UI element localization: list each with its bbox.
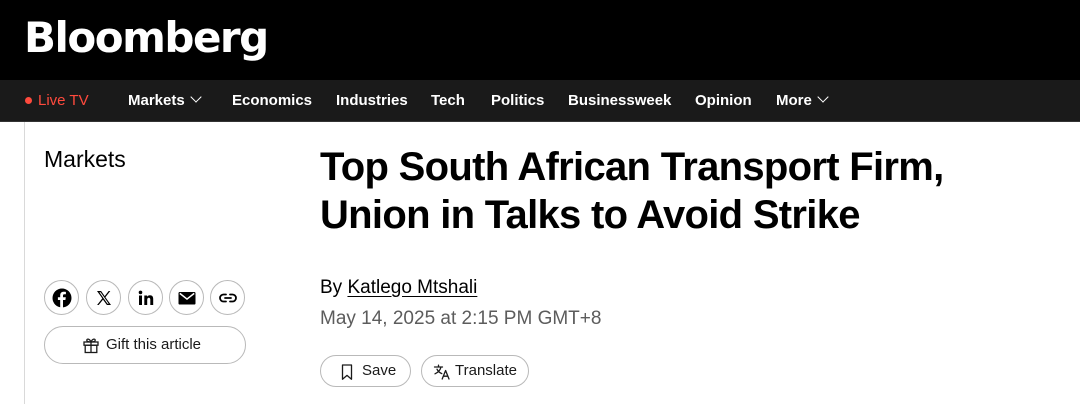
linkedin-icon [138, 290, 154, 305]
share-facebook-button[interactable] [44, 280, 79, 315]
nav-live-tv-label: Live TV [38, 92, 89, 109]
facebook-icon [52, 288, 72, 308]
nav-industries[interactable]: Industries [336, 80, 408, 122]
nav-markets-label: Markets [128, 92, 185, 109]
nav-economics[interactable]: Economics [232, 80, 312, 122]
share-email-button[interactable] [169, 280, 204, 315]
bloomberg-logo[interactable]: Bloomberg [24, 12, 269, 64]
article-headline: Top South African Transport Firm, Union … [320, 143, 1070, 239]
nav-more[interactable]: More [776, 80, 829, 122]
bookmark-icon [341, 364, 353, 380]
x-icon [97, 291, 111, 305]
main-nav: Live TV Markets Economics Industries Tec… [0, 80, 1080, 122]
link-icon [219, 293, 237, 303]
translate-label: Translate [455, 362, 517, 379]
gift-article-button[interactable]: Gift this article [44, 326, 246, 364]
nav-opinion[interactable]: Opinion [695, 80, 752, 122]
headline-line-2: Union in Talks to Avoid Strike [320, 193, 861, 237]
headline-line-1: Top South African Transport Firm, [320, 145, 944, 189]
nav-live-tv[interactable]: Live TV [25, 80, 89, 122]
byline: By Katlego Mtshali [320, 277, 477, 299]
save-label: Save [362, 362, 397, 379]
nav-opinion-label: Opinion [695, 92, 752, 109]
nav-markets[interactable]: Markets [128, 80, 202, 122]
publish-date: May 14, 2025 at 2:15 PM GMT+8 [320, 308, 602, 329]
live-dot-icon [25, 96, 32, 104]
share-link-button[interactable] [210, 280, 245, 315]
save-button[interactable]: Save [320, 355, 411, 387]
share-linkedin-button[interactable] [128, 280, 163, 315]
share-x-button[interactable] [86, 280, 121, 315]
gift-icon [83, 338, 99, 354]
nav-industries-label: Industries [336, 92, 408, 109]
chevron-down-icon [190, 91, 202, 103]
nav-businessweek[interactable]: Businessweek [568, 80, 671, 122]
left-divider [24, 122, 25, 404]
nav-tech-label: Tech [431, 92, 465, 109]
email-icon [178, 292, 196, 305]
translate-button[interactable]: Translate [421, 355, 529, 387]
gift-article-label: Gift this article [106, 336, 202, 353]
author-link[interactable]: Katlego Mtshali [347, 277, 477, 298]
translate-icon [433, 364, 450, 380]
section-label[interactable]: Markets [44, 146, 126, 173]
nav-more-label: More [776, 92, 812, 109]
chevron-down-icon [817, 91, 829, 103]
top-header: Bloomberg [0, 0, 1080, 80]
nav-politics-label: Politics [491, 92, 545, 109]
byline-prefix: By [320, 277, 348, 298]
nav-tech[interactable]: Tech [431, 80, 465, 122]
nav-economics-label: Economics [232, 92, 313, 109]
nav-businessweek-label: Businessweek [568, 92, 672, 109]
nav-politics[interactable]: Politics [491, 80, 544, 122]
